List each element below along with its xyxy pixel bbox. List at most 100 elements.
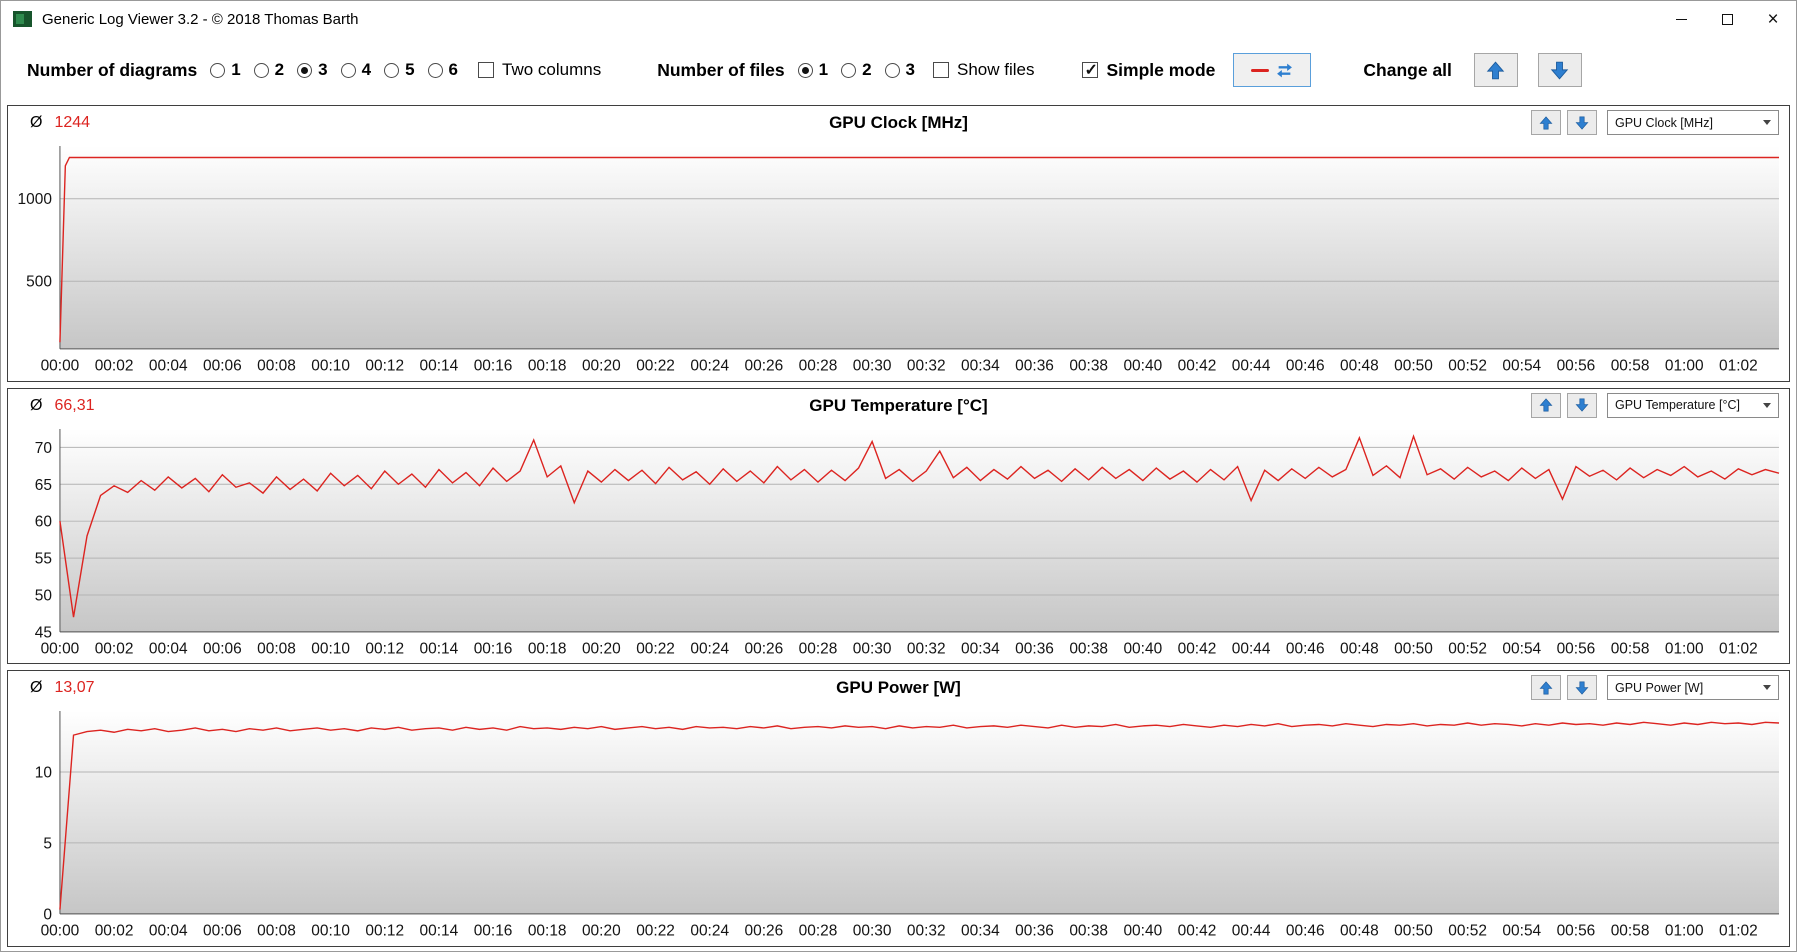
svg-text:00:10: 00:10 [311,923,350,940]
chart-panel-gpu-clock: Ø 1244 GPU Clock [MHz] GPU Clock [MHz] 50… [7,105,1790,382]
svg-text:00:54: 00:54 [1502,923,1541,940]
svg-text:00:28: 00:28 [799,640,838,657]
svg-text:00:46: 00:46 [1286,923,1325,940]
svg-text:00:12: 00:12 [365,358,404,375]
panel-move-down-button[interactable] [1567,110,1597,135]
svg-text:00:36: 00:36 [1015,640,1054,657]
svg-text:00:30: 00:30 [853,640,892,657]
svg-text:00:20: 00:20 [582,923,621,940]
svg-text:00:30: 00:30 [853,358,892,375]
radio-label: 3 [318,60,328,79]
signal-select[interactable]: GPU Clock [MHz] [1607,110,1779,135]
signal-select-wrapper: GPU Temperature [°C] [1607,392,1779,418]
svg-text:01:02: 01:02 [1719,640,1758,657]
arrow-up-icon [1539,115,1553,129]
svg-text:00:46: 00:46 [1286,358,1325,375]
svg-text:00:36: 00:36 [1015,358,1054,375]
files-radio-2[interactable]: 2 [841,60,872,80]
simple-mode-checkbox[interactable]: Simple mode [1082,60,1215,81]
svg-text:00:28: 00:28 [799,358,838,375]
app-logo-icon [13,11,32,27]
radio-label: 1 [818,60,829,79]
svg-text:00:06: 00:06 [203,358,242,375]
arrow-down-icon [1575,116,1589,130]
panel-move-down-button[interactable] [1567,675,1597,701]
checkbox-icon [478,62,494,78]
svg-text:01:02: 01:02 [1719,923,1758,940]
svg-text:00:02: 00:02 [95,923,134,940]
svg-text:00:44: 00:44 [1232,923,1271,940]
arrow-down-icon [1551,61,1569,80]
svg-text:00:32: 00:32 [907,640,946,657]
svg-text:00:32: 00:32 [907,358,946,375]
svg-text:00:56: 00:56 [1557,640,1596,657]
svg-text:00:34: 00:34 [961,923,1000,940]
diagrams-radio-2[interactable]: 2 [253,60,284,80]
minimize-button[interactable] [1658,1,1704,37]
svg-text:00:16: 00:16 [474,640,513,657]
svg-text:5: 5 [43,836,52,853]
close-icon: × [1767,8,1779,30]
radio-icon [427,62,443,78]
change-all-down-button[interactable] [1537,53,1582,87]
close-button[interactable]: × [1750,1,1796,37]
diagrams-radio-3[interactable]: 3 [297,60,328,80]
svg-text:00:50: 00:50 [1394,923,1433,940]
svg-text:00:34: 00:34 [961,640,1000,657]
svg-text:00:58: 00:58 [1611,358,1650,375]
radio-label: 4 [361,60,372,79]
average-readout: Ø 66,31 [30,397,95,415]
average-symbol: Ø [30,679,43,697]
svg-text:00:48: 00:48 [1340,640,1379,657]
diagrams-radio-5[interactable]: 5 [384,60,415,80]
panel-move-up-button[interactable] [1531,392,1561,418]
files-radio-3[interactable]: 3 [884,60,915,80]
svg-text:00:34: 00:34 [961,358,1000,375]
toolbar: Number of diagrams 1 2 3 4 5 6 Two colum… [1,37,1796,103]
change-all-up-button[interactable] [1473,53,1518,87]
svg-text:00:02: 00:02 [95,358,134,375]
svg-text:00:08: 00:08 [257,640,296,657]
svg-text:00:48: 00:48 [1340,358,1379,375]
svg-text:00:22: 00:22 [636,358,675,375]
svg-text:00:16: 00:16 [474,358,513,375]
svg-text:00:56: 00:56 [1557,923,1596,940]
chart-panel-gpu-temperature: Ø 66,31 GPU Temperature [°C] GPU Temperat… [7,387,1790,665]
maximize-icon [1721,13,1733,25]
diagrams-radio-6[interactable]: 6 [427,60,458,80]
svg-text:01:00: 01:00 [1665,358,1704,375]
svg-text:60: 60 [35,513,52,530]
svg-text:00:06: 00:06 [203,923,242,940]
panels-container: Ø 1244 GPU Clock [MHz] GPU Clock [MHz] 50… [1,103,1796,951]
svg-text:00:36: 00:36 [1015,923,1054,940]
apply-refresh-button[interactable] [1233,53,1312,87]
signal-select[interactable]: GPU Power [W] [1607,675,1779,701]
svg-text:10: 10 [35,765,52,782]
chart-title: GPU Clock [MHz] [829,113,968,132]
simple-mode-label: Simple mode [1106,59,1216,80]
panel-move-up-button[interactable] [1531,675,1561,701]
panel-move-up-button[interactable] [1531,110,1561,135]
title-bar: Generic Log Viewer 3.2 - © 2018 Thomas B… [1,1,1796,37]
arrow-up-icon [1487,60,1505,79]
show-files-checkbox[interactable]: Show files [933,60,1034,80]
svg-text:00:22: 00:22 [636,640,675,657]
svg-text:00:00: 00:00 [41,358,80,375]
signal-select[interactable]: GPU Temperature [°C] [1607,392,1779,418]
diagrams-radio-1[interactable]: 1 [210,60,241,80]
change-all-buttons [1473,53,1582,87]
panel-move-down-button[interactable] [1567,392,1597,418]
red-line-icon [1251,68,1270,72]
arrow-down-icon [1575,681,1589,695]
window-title: Generic Log Viewer 3.2 - © 2018 Thomas B… [42,10,359,28]
maximize-button[interactable] [1704,1,1750,37]
files-radio-1[interactable]: 1 [797,60,829,80]
svg-text:00:42: 00:42 [1178,923,1217,940]
svg-text:00:02: 00:02 [95,640,134,657]
diagrams-radio-4[interactable]: 4 [340,60,372,80]
svg-text:01:00: 01:00 [1665,923,1704,940]
radio-icon [340,62,356,78]
svg-text:00:12: 00:12 [365,640,404,657]
two-columns-checkbox[interactable]: Two columns [478,60,601,80]
checkbox-icon [1082,60,1099,80]
